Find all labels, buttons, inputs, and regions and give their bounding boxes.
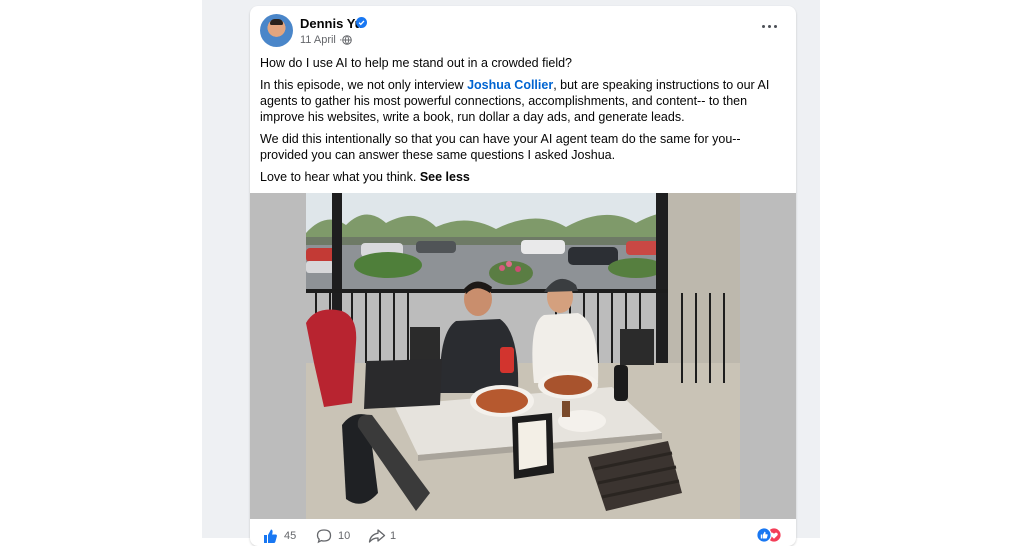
thumbs-up-icon (264, 529, 277, 543)
post-photo-frame (250, 193, 796, 519)
globe-icon[interactable] (342, 35, 352, 45)
more-options-icon[interactable] (760, 20, 780, 34)
post-card: Dennis Yu 11 April · How do I use AI to … (250, 6, 796, 546)
paragraph-3: We did this intentionally so that you ca… (260, 132, 741, 162)
paragraph-2: In this episode, we not only interview J… (260, 77, 788, 125)
share-icon (368, 529, 386, 543)
post-photo[interactable] (306, 193, 740, 519)
reaction-summary[interactable] (756, 527, 784, 543)
reaction-icons (756, 527, 782, 543)
share-count: 1 (390, 530, 397, 542)
paragraph-4: Love to hear what you think. See less (260, 169, 788, 185)
comment-button[interactable]: 10 (316, 528, 356, 544)
post-header: Dennis Yu 11 April · (250, 6, 796, 54)
comment-count: 10 (338, 530, 351, 542)
see-less-link[interactable]: See less (420, 170, 470, 184)
paragraph-1: How do I use AI to help me stand out in … (260, 56, 572, 70)
paragraph-4-text: Love to hear what you think. (260, 170, 420, 184)
share-button[interactable]: 1 (368, 528, 400, 544)
like-count: 45 (284, 530, 297, 542)
mention-joshua-collier[interactable]: Joshua Collier (467, 78, 553, 92)
post-actions-bar: 45 10 1 (250, 521, 796, 546)
author-name[interactable]: Dennis Yu (300, 16, 363, 31)
author-avatar[interactable] (260, 14, 293, 47)
restaurant-patio-photo (306, 193, 740, 519)
comment-icon (316, 529, 332, 544)
post-date[interactable]: 11 April (300, 34, 336, 46)
paragraph-2-start: In this episode, we not only interview (260, 78, 468, 92)
verified-badge-icon (356, 17, 367, 28)
like-button[interactable]: 45 (262, 528, 302, 544)
post-meta: 11 April · (300, 34, 343, 46)
post-text: How do I use AI to help me stand out in … (260, 55, 788, 191)
